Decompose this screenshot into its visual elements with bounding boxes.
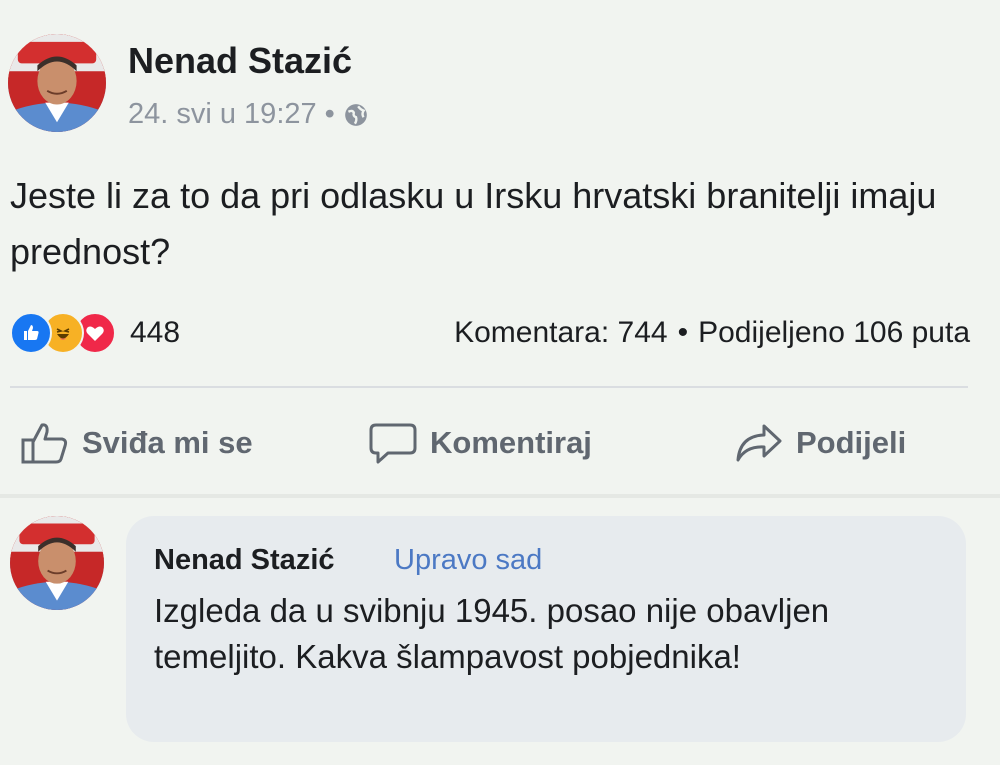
comment-author-name[interactable]: Nenad Stazić [154,544,335,577]
reactions-summary: 448 Komentara: 744 • Podijeljeno 106 put… [10,310,970,356]
post-text: Jeste li za to da pri odlasku u Irsku hr… [10,175,937,272]
comment-button-label: Komentiraj [430,425,592,460]
reaction-count: 448 [130,316,181,349]
avatar-photo [10,516,104,610]
shares-count-link[interactable]: Podijeljeno 106 puta [698,316,970,350]
avatar-photo [8,34,106,132]
comment-author-avatar[interactable] [10,516,104,610]
post-timestamp[interactable]: 24. svi u 19:27 [128,98,317,131]
thumbs-up-icon [21,423,68,464]
reaction-icons[interactable]: 448 [10,312,180,354]
share-button[interactable]: Podijeli [734,420,906,466]
post-author-avatar[interactable] [8,34,106,132]
post-meta: 24. svi u 19:27 • [128,98,369,131]
like-button[interactable]: Sviđa mi se [20,420,253,466]
comment-bubble: Nenad Stazić Upravo sad Izgleda da u svi… [126,516,966,742]
comment-timestamp[interactable]: Upravo sad [394,544,542,577]
comment-bubble-icon [369,423,417,464]
globe-icon [343,102,369,128]
post-author-name[interactable]: Nenad Stazić [128,40,352,82]
like-icon [10,312,52,354]
section-separator [0,494,1000,498]
comments-count-link[interactable]: Komentara: 744 [454,316,667,350]
post-stats: Komentara: 744 • Podijeljeno 106 puta [454,316,970,350]
like-button-label: Sviđa mi se [82,425,253,460]
post-actions: Sviđa mi se Komentiraj Podijeli [10,408,968,478]
stats-separator: • [677,316,689,349]
divider [10,386,968,388]
share-button-label: Podijeli [796,425,907,460]
comment-text: Izgleda da u svibnju 1945. posao nije ob… [154,592,830,675]
meta-separator: • [324,98,335,130]
share-arrow-icon [736,424,782,462]
comment-button[interactable]: Komentiraj [368,420,592,466]
